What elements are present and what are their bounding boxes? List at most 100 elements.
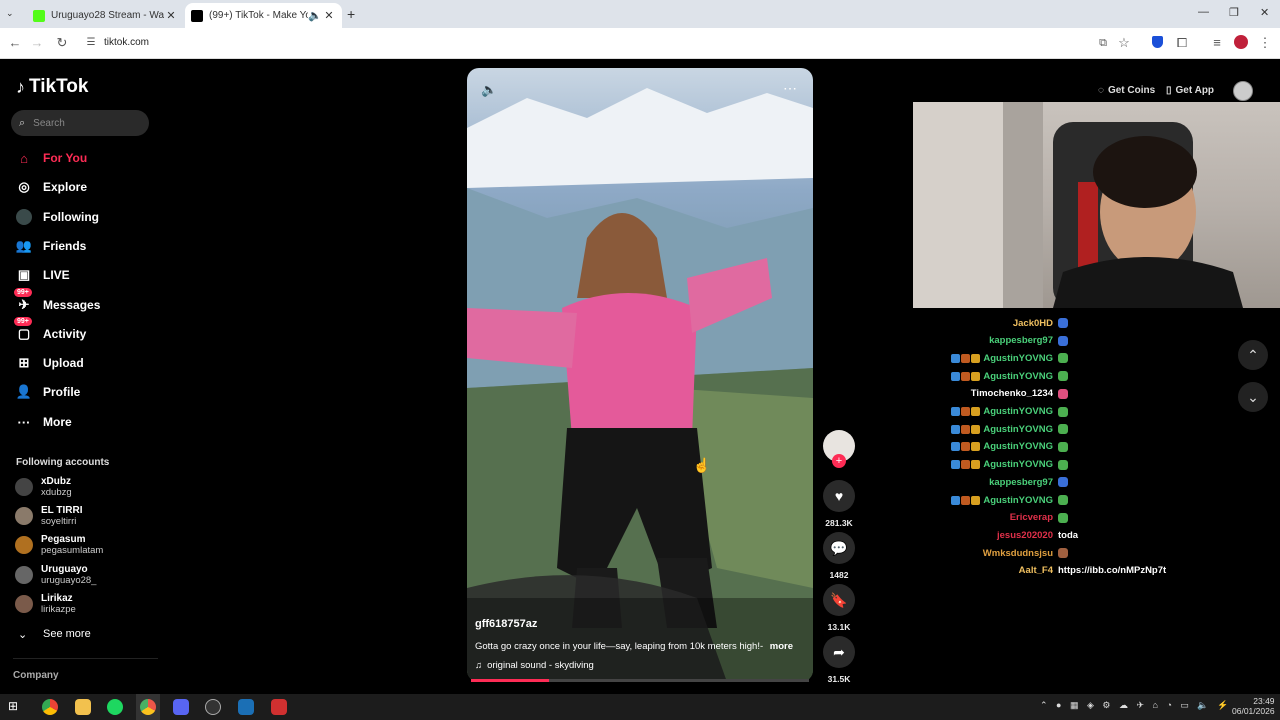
chat-username[interactable]: jesus202020	[997, 530, 1053, 541]
system-tray-icons[interactable]: ⌃ ● ▦ ◈ ⚙ ☁ ✈ ⌂ ◔ ▭ 🔈 ⚡	[1040, 700, 1231, 711]
spotify-icon[interactable]	[107, 699, 123, 715]
discord-icon[interactable]	[173, 699, 189, 715]
heart-icon: ♥	[823, 480, 855, 512]
forward-button[interactable]: →	[28, 34, 46, 52]
extension-shield-icon[interactable]	[1152, 36, 1163, 48]
close-icon[interactable]: ✕	[164, 9, 178, 22]
chat-badge-icon	[971, 460, 981, 470]
nav-more[interactable]: ··· More	[16, 411, 72, 433]
account-name: Uruguayo	[41, 564, 88, 575]
search-input[interactable]: ⌕ Search	[11, 110, 149, 136]
share-button[interactable]: ➦ 31.5K	[823, 636, 855, 684]
obs-icon[interactable]	[205, 699, 221, 715]
avatar	[15, 478, 33, 496]
nav-friends[interactable]: 👥 Friends	[16, 235, 86, 257]
get-app-button[interactable]: ▯ Get App	[1166, 82, 1214, 98]
app-red-icon[interactable]	[271, 699, 287, 715]
chat-username[interactable]: AgustinYOVNG	[983, 353, 1053, 364]
chat-username[interactable]: AgustinYOVNG	[983, 424, 1053, 435]
like-button[interactable]: ♥ 281.3K	[823, 480, 855, 528]
account-name: Lirikaz	[41, 593, 73, 604]
chat-message: Timochenko_1234	[920, 386, 1280, 402]
save-button[interactable]: 🔖 13.1K	[823, 584, 855, 632]
chat-username[interactable]: AgustinYOVNG	[983, 441, 1053, 452]
nav-messages[interactable]: ✈ 99+ Messages	[14, 288, 100, 316]
chat-username[interactable]: Jack0HD	[1013, 318, 1053, 329]
get-coins-button[interactable]: ◌ Get Coins	[1098, 82, 1155, 98]
nav-upload[interactable]: ⊞ Upload	[16, 352, 84, 374]
bookmark-star-icon[interactable]: ☆	[1115, 34, 1133, 52]
account-item[interactable]: xDubz xdubzg	[15, 474, 72, 500]
nav-following[interactable]: Following	[16, 206, 99, 228]
chat-username[interactable]: kappesberg97	[989, 335, 1053, 346]
file-explorer-icon[interactable]	[75, 699, 91, 715]
see-more-button[interactable]: ⌄ See more	[16, 623, 91, 645]
scroll-down-button[interactable]: ⌄	[1238, 382, 1268, 412]
follow-plus-icon[interactable]: +	[832, 454, 846, 468]
tab-list-button[interactable]: ⌄	[6, 8, 14, 19]
video-sound[interactable]: ♫ original sound - skydiving	[475, 660, 594, 671]
volume-icon[interactable]: 🔈	[481, 82, 497, 98]
video-player[interactable]: 🔈 ⋯ gff618757az Gotta go crazy once in y…	[467, 68, 813, 682]
url-field[interactable]: tiktok.com	[104, 37, 149, 48]
windows-start-icon[interactable]: ⊞	[8, 699, 24, 715]
speaker-icon[interactable]: 🔈	[308, 9, 322, 22]
media-control-icon[interactable]: ≡	[1208, 34, 1226, 52]
video-author[interactable]: gff618757az	[475, 618, 537, 630]
chat-username[interactable]: Ericverap	[1010, 512, 1053, 523]
kick-favicon-icon	[33, 9, 45, 22]
site-info-icon[interactable]: ☰	[82, 34, 100, 52]
nav-activity[interactable]: ▢ 99+ Activity	[14, 317, 86, 345]
chat-username[interactable]: kappesberg97	[989, 477, 1053, 488]
chat-emote-icon	[1058, 548, 1068, 559]
reload-button[interactable]: ↻	[53, 34, 71, 52]
nav-profile[interactable]: 👤 Profile	[16, 381, 80, 403]
nav-explore[interactable]: ◎ Explore	[16, 176, 87, 198]
profile-avatar[interactable]	[1234, 35, 1248, 49]
back-button[interactable]: ←	[6, 34, 24, 52]
chat-message: AgustinYOVNG	[920, 421, 1280, 437]
browser-menu-icon[interactable]: ⋮	[1256, 34, 1274, 52]
steam-icon[interactable]	[238, 699, 254, 715]
caption-more-button[interactable]: more	[770, 641, 793, 652]
tab-title: Uruguayo28 Stream - Watch Li	[51, 10, 164, 21]
account-item[interactable]: Lirikaz lirikazpe	[15, 591, 76, 617]
chat-emote-icon	[1058, 353, 1068, 364]
close-window-button[interactable]: ✕	[1260, 6, 1269, 19]
get-app-label: Get App	[1175, 84, 1215, 96]
clock[interactable]: 23:49 06/01/2026	[1232, 696, 1275, 716]
chat-message: Wmksdudnsjsu	[920, 545, 1280, 561]
comment-button[interactable]: 💬 1482	[823, 532, 855, 580]
nav-live[interactable]: ▣ LIVE	[16, 264, 70, 286]
account-item[interactable]: EL TIRRI soyeltirri	[15, 503, 82, 529]
nav-for-you[interactable]: ⌂ For You	[16, 147, 87, 169]
restore-button[interactable]: ❐	[1229, 6, 1239, 19]
tab-title: (99+) TikTok - Make Your Da	[209, 10, 308, 21]
chat-username[interactable]: Timochenko_1234	[971, 388, 1053, 399]
extensions-icon[interactable]: ⧠	[1173, 34, 1191, 52]
close-icon[interactable]: ✕	[322, 9, 336, 22]
chat-username[interactable]: Aalt_F4	[1019, 565, 1053, 576]
minimize-button[interactable]: —	[1198, 6, 1209, 18]
chat-username[interactable]: AgustinYOVNG	[983, 371, 1053, 382]
chat-username[interactable]: AgustinYOVNG	[983, 459, 1053, 470]
chrome-icon[interactable]	[42, 699, 58, 715]
chat-username[interactable]: AgustinYOVNG	[983, 406, 1053, 417]
webcam-overlay	[913, 102, 1280, 308]
nav-label: Explore	[43, 180, 88, 194]
chat-username[interactable]: AgustinYOVNG	[983, 495, 1053, 506]
music-note-icon: ♫	[475, 660, 483, 671]
tab-tiktok[interactable]: (99+) TikTok - Make Your Da 🔈 ✕	[185, 3, 342, 28]
company-link[interactable]: Company	[13, 670, 59, 681]
tiktok-logo[interactable]: ♪ TikTok	[16, 76, 88, 98]
account-item[interactable]: Pegasum pegasumlatam	[15, 532, 103, 558]
more-options-icon[interactable]: ⋯	[783, 80, 797, 97]
tab-kick[interactable]: Uruguayo28 Stream - Watch Li ✕	[27, 3, 184, 28]
creator-avatar-button[interactable]: +	[823, 430, 855, 468]
user-avatar[interactable]	[1233, 81, 1253, 101]
new-tab-button[interactable]: +	[347, 6, 355, 22]
install-app-icon[interactable]: ⧉	[1094, 34, 1112, 52]
chat-username[interactable]: Wmksdudnsjsu	[983, 548, 1053, 559]
account-item[interactable]: Uruguayo uruguayo28_	[15, 562, 96, 588]
scroll-up-button[interactable]: ⌃	[1238, 340, 1268, 370]
